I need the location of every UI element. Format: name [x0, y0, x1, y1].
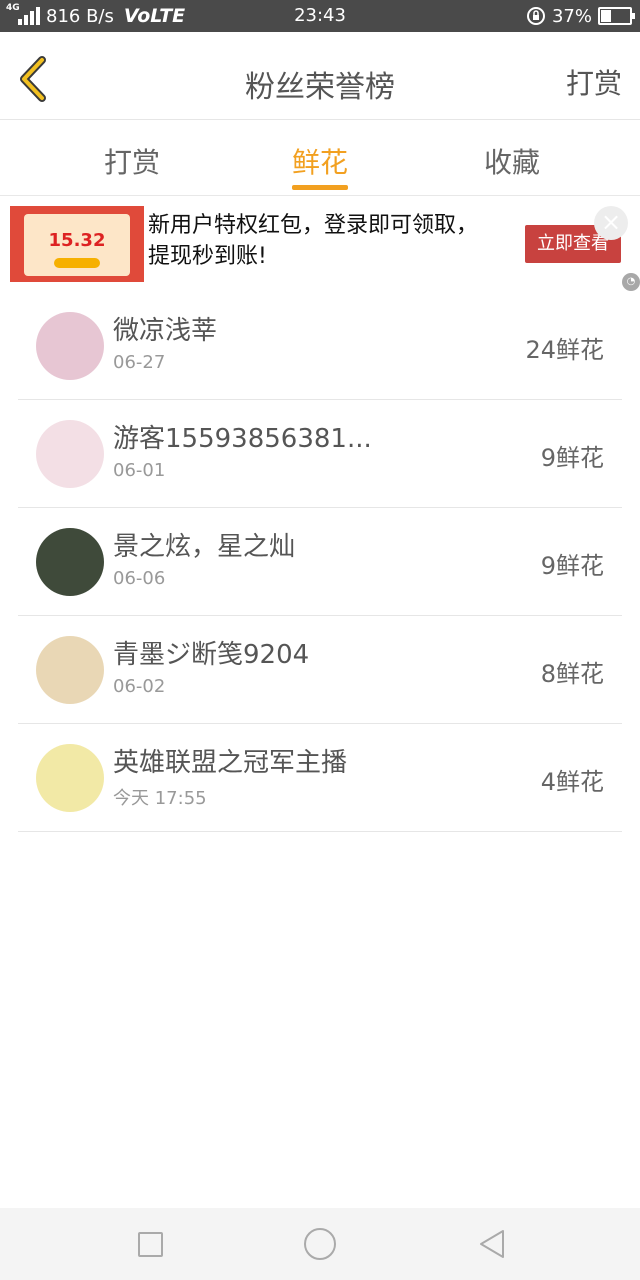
user-date: 06-27	[113, 352, 166, 373]
user-name: 青墨ジ断笺9204	[113, 640, 310, 670]
user-name: 英雄联盟之冠军主播	[113, 748, 348, 778]
ad-image-amount: 15.32	[48, 230, 106, 251]
flower-count: 8鲜花	[540, 660, 604, 688]
avatar	[36, 312, 104, 380]
avatar	[36, 636, 104, 704]
reward-button[interactable]: 打赏	[566, 62, 622, 102]
header-bar: 粉丝荣誉榜 打赏	[0, 32, 640, 120]
active-tab-indicator	[292, 185, 348, 190]
flower-count: 24鲜花	[525, 336, 604, 364]
list-item[interactable]: 英雄联盟之冠军主播 今天 17:55 4鲜花	[18, 724, 622, 832]
home-icon[interactable]	[304, 1228, 336, 1260]
user-name: 游客15593856381...	[113, 424, 372, 454]
status-bar: 4G 816 B/s VoLTE 23:43 37%	[0, 0, 640, 32]
user-date: 06-01	[113, 460, 166, 481]
user-date: 06-02	[113, 676, 166, 697]
system-nav-bar	[0, 1208, 640, 1280]
user-date: 06-06	[113, 568, 166, 589]
tab-collect[interactable]: 收藏	[484, 141, 540, 181]
ad-banner[interactable]: 15.32 新用户特权红包，登录即可领取，提现秒到账! 立即查看 ×	[10, 206, 630, 282]
rotation-lock-icon	[526, 7, 545, 25]
avatar	[36, 528, 104, 596]
ad-badge-icon: ◔	[622, 273, 640, 291]
user-date: 今天 17:55	[113, 788, 207, 809]
flower-count: 4鲜花	[540, 768, 604, 796]
avatar	[36, 744, 104, 812]
list-item[interactable]: 青墨ジ断笺9204 06-02 8鲜花	[18, 616, 622, 724]
recent-apps-icon[interactable]	[138, 1232, 163, 1257]
close-icon[interactable]: ×	[594, 206, 628, 240]
user-name: 微凉浅莘	[113, 316, 218, 346]
flower-count: 9鲜花	[540, 552, 604, 580]
battery-percent: 37%	[551, 5, 592, 27]
list-item[interactable]: 景之炫，星之灿 06-06 9鲜花	[18, 508, 622, 616]
ad-text: 新用户特权红包，登录即可领取，提现秒到账!	[148, 213, 479, 269]
list-item[interactable]: 游客15593856381... 06-01 9鲜花	[18, 400, 622, 508]
avatar	[36, 420, 104, 488]
list-item[interactable]: 微凉浅莘 06-27 24鲜花	[18, 292, 622, 400]
flower-count: 9鲜花	[540, 444, 604, 472]
battery-icon	[598, 7, 635, 25]
tab-reward[interactable]: 打赏	[104, 141, 160, 181]
tab-bar: 打赏 鲜花 收藏	[0, 121, 640, 196]
user-name: 景之炫，星之灿	[113, 532, 296, 562]
page-title: 粉丝荣誉榜	[245, 70, 395, 105]
tab-flowers[interactable]: 鲜花	[292, 141, 348, 181]
back-triangle-icon[interactable]	[476, 1228, 508, 1260]
ad-image[interactable]: 15.32	[10, 206, 144, 282]
